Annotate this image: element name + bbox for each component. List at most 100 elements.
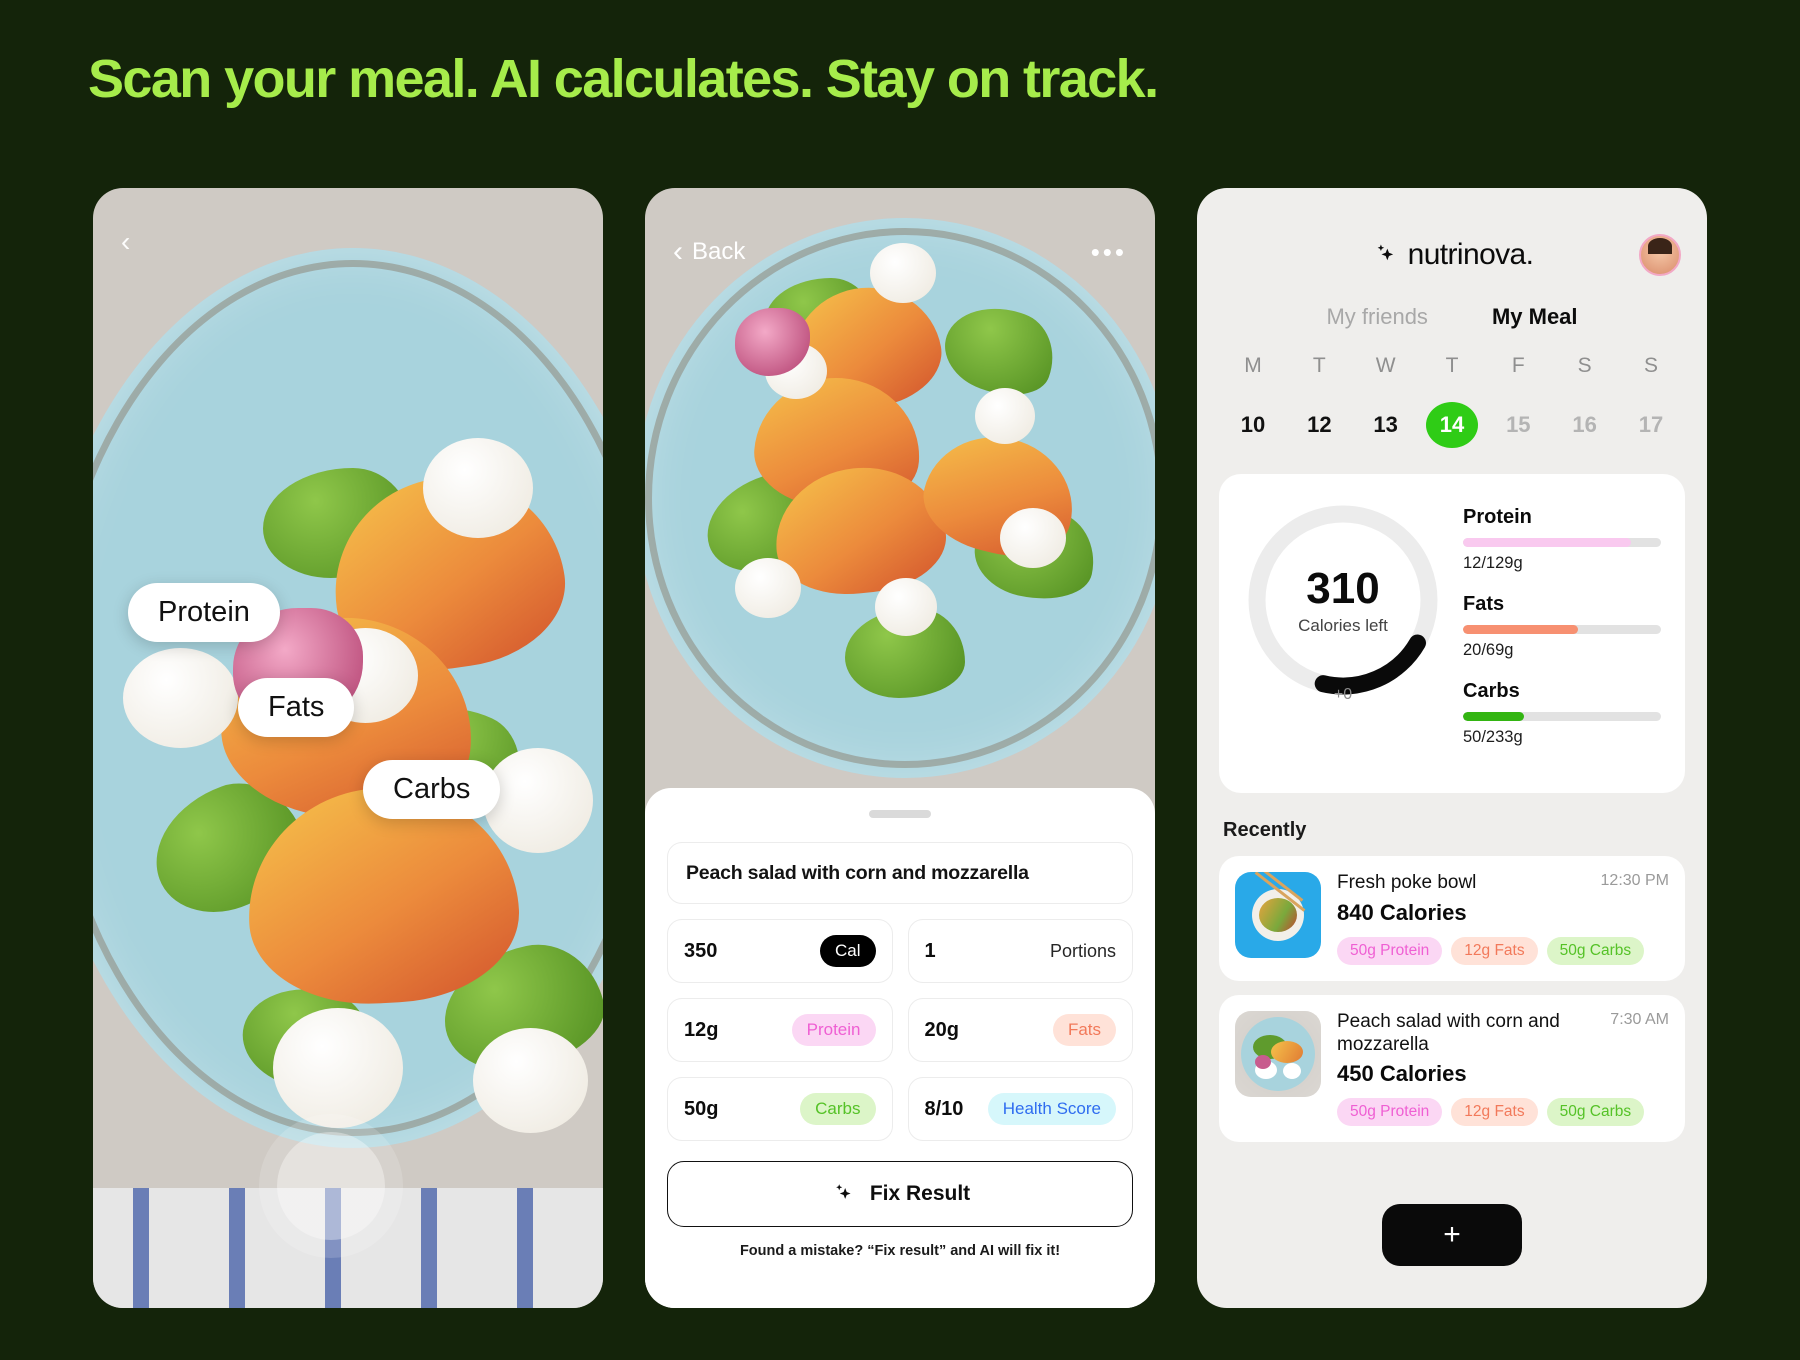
tag-fats[interactable]: Fats xyxy=(238,678,355,737)
tile-badge: Fats xyxy=(1052,1014,1116,1046)
tile-health-score[interactable]: 8/10 Health Score xyxy=(907,1077,1133,1141)
meal-time: 12:30 PM xyxy=(1600,872,1669,889)
macro-bar xyxy=(1463,538,1661,547)
shutter-button[interactable] xyxy=(277,1132,385,1240)
meal-calories: 450 Calories xyxy=(1337,1061,1467,1087)
macro-fats: Fats 20/69g xyxy=(1463,593,1661,660)
dayname: M xyxy=(1244,354,1262,377)
chip-fats: 12g Fats xyxy=(1451,936,1538,965)
more-options-icon[interactable]: ••• xyxy=(1091,237,1127,268)
dayname: T xyxy=(1445,354,1459,377)
tile-badge: Portions xyxy=(1049,940,1116,961)
plus-zero-label: +0 xyxy=(1333,686,1353,703)
meal-thumbnail xyxy=(1235,872,1321,958)
meal-title: Fresh poke bowl xyxy=(1337,872,1477,893)
back-icon[interactable]: ‹ xyxy=(121,228,147,256)
calendar-day[interactable]: 13 xyxy=(1360,402,1412,448)
meal-chips: 50g Protein 12g Fats 50g Carbs xyxy=(1337,936,1669,965)
meal-name-field[interactable]: Peach salad with corn and mozzarella xyxy=(667,842,1133,904)
macro-tiles: 350 Cal 1 Portions 12g Protein 20g Fats … xyxy=(667,919,1133,1141)
meal-time: 7:30 AM xyxy=(1610,1010,1669,1028)
home-tabs: My friends My Meal xyxy=(1197,304,1707,330)
tile-portions[interactable]: 1 Portions xyxy=(907,919,1133,983)
macro-value: 50/233g xyxy=(1463,728,1523,746)
macro-carbs: Carbs 50/233g xyxy=(1463,680,1661,747)
avatar[interactable] xyxy=(1639,234,1681,276)
meal-thumbnail xyxy=(1235,1010,1321,1097)
tag-carbs[interactable]: Carbs xyxy=(363,760,501,819)
tile-protein[interactable]: 12g Protein xyxy=(667,998,893,1062)
calories-left-value: 310 xyxy=(1306,564,1380,613)
chip-protein: 50g Protein xyxy=(1337,936,1443,965)
page-headline: Scan your meal. AI calculates. Stay on t… xyxy=(88,49,1159,109)
tile-badge: Protein xyxy=(791,1014,876,1046)
dayname: S xyxy=(1643,354,1658,377)
back-label: Back xyxy=(692,238,746,265)
fix-result-button[interactable]: Fix Result xyxy=(667,1161,1133,1227)
recently-heading: Recently xyxy=(1223,819,1307,841)
chip-carbs: 50g Carbs xyxy=(1546,936,1645,965)
meal-calories: 840 Calories xyxy=(1337,899,1467,925)
macro-bar xyxy=(1463,625,1661,634)
macro-bar xyxy=(1463,712,1661,721)
tag-protein[interactable]: Protein xyxy=(128,583,280,642)
tile-badge: Health Score xyxy=(987,1093,1116,1125)
fix-result-note: Found a mistake? “Fix result” and AI wil… xyxy=(739,1243,1061,1259)
brand-name: nutrinova. xyxy=(1407,238,1534,271)
calendar-day[interactable]: 15 xyxy=(1492,402,1544,448)
tile-calories[interactable]: 350 Cal xyxy=(667,919,893,983)
fix-result-label: Fix Result xyxy=(869,1182,971,1205)
sheet-grabber[interactable] xyxy=(869,810,931,818)
dayname: S xyxy=(1577,354,1592,377)
calendar-daynames: M T W T F S S xyxy=(1197,354,1707,378)
tile-badge: Carbs xyxy=(800,1093,876,1125)
macro-name: Protein xyxy=(1463,506,1532,528)
home-screen: nutrinova. My friends My Meal M T W T F … xyxy=(1197,188,1707,1308)
dayname: W xyxy=(1375,354,1396,377)
result-sheet: Peach salad with corn and mozzarella 350… xyxy=(645,788,1155,1308)
dayname: T xyxy=(1312,354,1326,377)
daily-summary-card: 310 Calories left +0 Protein 12/129g Fat… xyxy=(1219,474,1685,793)
tile-value: 12g xyxy=(684,1018,719,1041)
sparkle-icon xyxy=(1377,244,1393,261)
list-item[interactable]: Fresh poke bowl 12:30 PM 840 Calories 50… xyxy=(1219,856,1685,981)
calendar-day[interactable]: 17 xyxy=(1625,402,1677,448)
calories-ring: 310 Calories left +0 xyxy=(1243,500,1443,703)
list-item[interactable]: Peach salad with corn and mozzarella 7:3… xyxy=(1219,994,1685,1143)
tile-carbs[interactable]: 50g Carbs xyxy=(667,1077,893,1141)
tab-my-friends[interactable]: My friends xyxy=(1326,304,1427,330)
macro-value: 20/69g xyxy=(1463,641,1514,659)
result-screen: ‹ Back ••• Peach salad with corn and moz… xyxy=(645,188,1155,1308)
dayname: F xyxy=(1511,354,1525,377)
chip-fats: 12g Fats xyxy=(1451,1098,1538,1127)
calendar-days: 10 12 13 14 15 16 17 xyxy=(1197,402,1707,448)
calendar-day[interactable]: 16 xyxy=(1559,402,1611,448)
tile-value: 350 xyxy=(684,939,718,962)
add-meal-button[interactable]: + xyxy=(1382,1204,1522,1266)
chip-protein: 50g Protein xyxy=(1337,1098,1443,1127)
back-button[interactable]: ‹ Back xyxy=(673,235,746,268)
tile-value: 1 xyxy=(924,939,936,962)
tile-fats[interactable]: 20g Fats xyxy=(907,998,1133,1062)
macro-protein: Protein 12/129g xyxy=(1463,506,1661,573)
macro-name: Carbs xyxy=(1463,680,1520,702)
chip-carbs: 50g Carbs xyxy=(1546,1098,1645,1127)
calories-left-label: Calories left xyxy=(1298,616,1388,635)
meal-chips: 50g Protein 12g Fats 50g Carbs xyxy=(1337,1098,1669,1127)
tile-value: 20g xyxy=(924,1018,959,1041)
back-icon: ‹ xyxy=(673,235,683,268)
scan-screen: ‹ Protein Fats Carbs xyxy=(93,188,603,1308)
calendar-day[interactable]: 10 xyxy=(1227,402,1279,448)
tile-badge: Cal xyxy=(819,935,876,967)
macro-progress-list: Protein 12/129g Fats 20/69g Carbs 50/233… xyxy=(1463,500,1661,767)
meal-title: Peach salad with corn and mozzarella xyxy=(1337,1010,1560,1055)
macro-value: 12/129g xyxy=(1463,554,1523,572)
macro-name: Fats xyxy=(1463,593,1505,615)
tile-value: 8/10 xyxy=(924,1097,964,1120)
sparkle-icon xyxy=(835,1184,851,1199)
tile-value: 50g xyxy=(684,1097,719,1120)
calendar-day[interactable]: 12 xyxy=(1293,402,1345,448)
tab-my-meal[interactable]: My Meal xyxy=(1492,304,1578,330)
app-brand: nutrinova. xyxy=(1265,238,1639,272)
calendar-day-selected[interactable]: 14 xyxy=(1425,402,1478,448)
